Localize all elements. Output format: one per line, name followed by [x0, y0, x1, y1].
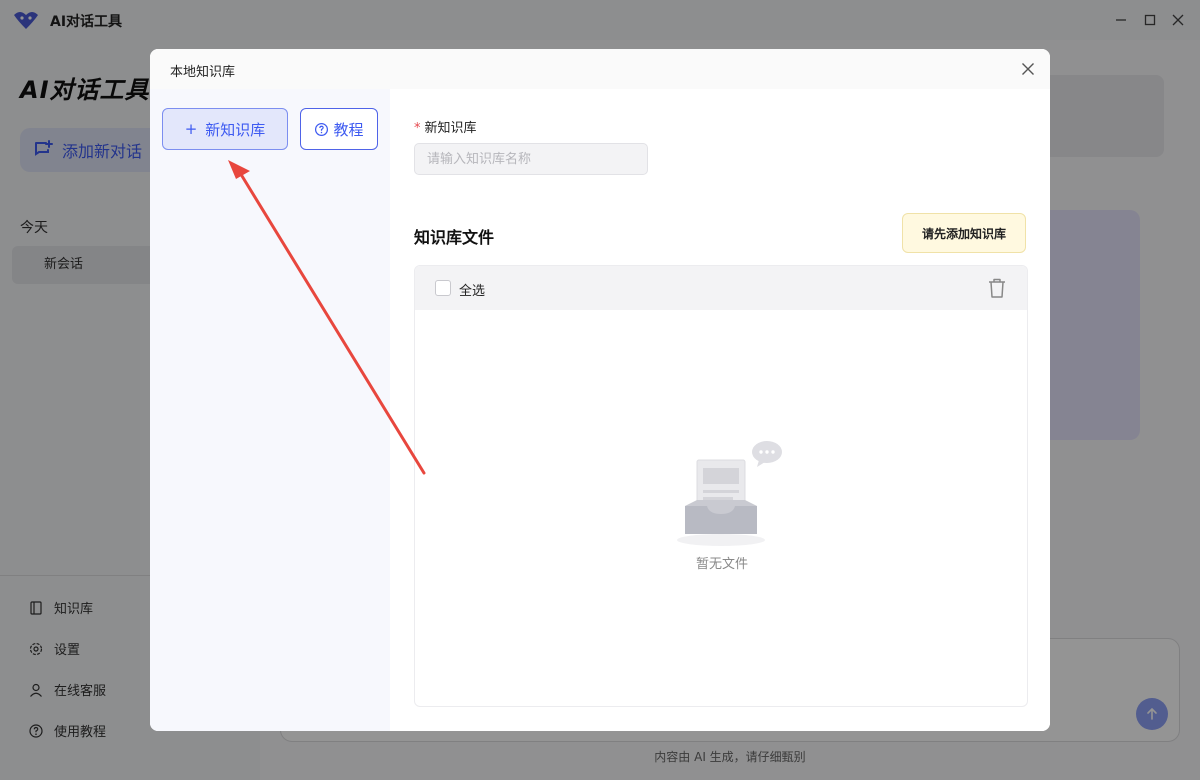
file-list-panel: 全选 暂无文件 [414, 265, 1028, 707]
kb-name-label-text: 新知识库 [424, 121, 477, 136]
add-knowledge-base-first-button[interactable]: 请先添加知识库 [902, 213, 1026, 253]
file-list-toolbar: 全选 [415, 266, 1027, 310]
kb-name-input[interactable] [414, 143, 648, 175]
empty-inbox-icon [677, 441, 782, 546]
trash-icon[interactable] [985, 276, 1009, 300]
close-icon [1022, 63, 1034, 75]
new-knowledge-base-label: 新知识库 [205, 120, 266, 139]
knowledge-base-list-pane: + 新知识库 教程 [150, 89, 390, 731]
dialog-header: 本地知识库 [150, 49, 1050, 89]
select-all-label[interactable]: 全选 [459, 280, 485, 299]
tutorial-button[interactable]: 教程 [300, 108, 378, 150]
dialog-title: 本地知识库 [170, 65, 236, 80]
dialog-close-button[interactable] [1018, 59, 1038, 79]
select-all-checkbox[interactable] [435, 280, 451, 296]
knowledge-base-detail-pane: *新知识库 知识库文件 请先添加知识库 全选 [390, 89, 1050, 731]
help-icon [315, 122, 329, 136]
tutorial-label: 教程 [333, 120, 364, 139]
knowledge-base-dialog: 本地知识库 + 新知识库 教程 *新知识库 知识库文件 请先添加知识库 [150, 49, 1050, 731]
new-knowledge-base-button[interactable]: + 新知识库 [162, 108, 288, 150]
plus-icon: + [184, 120, 198, 138]
kb-files-title: 知识库文件 [414, 228, 495, 247]
required-mark: * [414, 121, 421, 136]
kb-name-field-label: * 新知识库 [414, 117, 477, 136]
empty-state-text: 暂无文件 [695, 557, 748, 572]
